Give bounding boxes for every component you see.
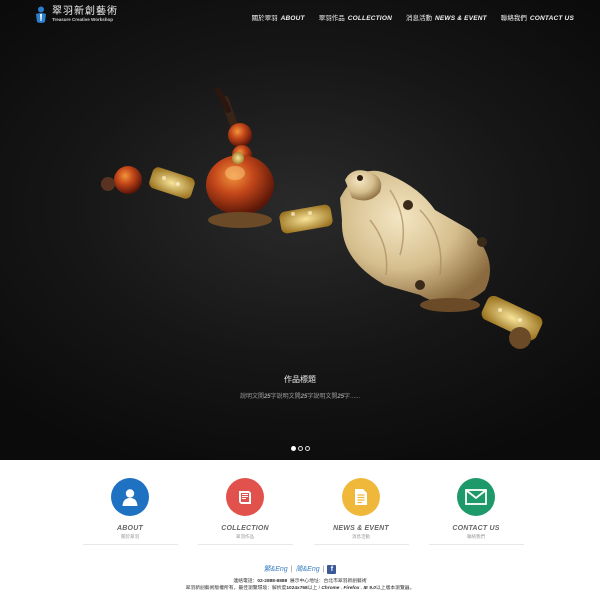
facebook-icon[interactable]: f: [327, 564, 337, 574]
slide-dot-1[interactable]: [290, 446, 296, 451]
slide-caption: 作品標題 說明文開25字說明文開25字說明文開25字......: [0, 374, 600, 400]
contact-info: 連絡電話：02-2888-8888 展示中心地址：台北市翠羽新創藝術: [233, 579, 367, 584]
logo-name-en: Treasure Creative Workshop: [52, 17, 113, 22]
lang-traditional-link[interactable]: 繁&Eng: [264, 564, 288, 574]
slide-description: 說明文開25字說明文開25字說明文開25字......: [239, 394, 361, 400]
feature-links: ABOUT 關於翠羽 COLLECTION 翠羽作品 NEWS & EVENT …: [0, 478, 600, 548]
feature-about[interactable]: ABOUT 關於翠羽: [70, 478, 190, 545]
slide-dot-2[interactable]: [297, 446, 303, 451]
feature-contact[interactable]: CONTACT US 聯絡我們: [416, 478, 536, 545]
divider: [313, 544, 409, 545]
feature-news-event[interactable]: NEWS & EVENT 消息活動: [301, 478, 421, 545]
document-icon: [342, 478, 380, 516]
language-switcher: 繁&Eng | 简&Eng | f: [0, 564, 600, 574]
user-icon: [111, 478, 149, 516]
main-nav: 關於翠羽 ABOUT 翠羽作品 COLLECTION 消息活動 NEWS & EVEN…: [252, 12, 574, 22]
logo[interactable]: 翠羽新創藝術 Treasure Creative Workshop: [34, 6, 118, 24]
nav-item-contact[interactable]: 聯絡我們 CONTACT US: [501, 12, 574, 22]
slider-pagination: [0, 438, 600, 456]
nav-item-collection[interactable]: 翠羽作品 COLLECTION: [319, 12, 392, 22]
hero-slider: 翠羽新創藝術 Treasure Creative Workshop 關於翠羽 AB…: [0, 0, 600, 460]
footer: 繁&Eng | 简&Eng | f 連絡電話：02-2888-8888 展示中心…: [0, 564, 600, 592]
header: 翠羽新創藝術 Treasure Creative Workshop 關於翠羽 AB…: [0, 0, 600, 34]
slide-dot-3[interactable]: [304, 446, 310, 451]
book-icon: [226, 478, 264, 516]
mail-icon: [457, 478, 495, 516]
hero-artwork-image: [101, 87, 543, 349]
copyright-text: 翠羽新創藝術版權所有，最佳瀏覽環境：解析度1024x768以上 / Chrome…: [185, 586, 415, 591]
divider: [82, 544, 178, 545]
nav-item-about[interactable]: 關於翠羽 ABOUT: [252, 12, 305, 22]
slide-title: 作品標題: [284, 375, 316, 384]
divider: [428, 544, 524, 545]
divider: [197, 544, 293, 545]
lang-simplified-link[interactable]: 简&Eng: [296, 564, 320, 574]
feature-collection[interactable]: COLLECTION 翠羽作品: [185, 478, 305, 545]
logo-name-cn: 翠羽新創藝術: [52, 6, 118, 17]
nav-item-news-event[interactable]: 消息活動 NEWS & EVENT: [406, 12, 487, 22]
logo-mark-icon: [36, 6, 46, 23]
